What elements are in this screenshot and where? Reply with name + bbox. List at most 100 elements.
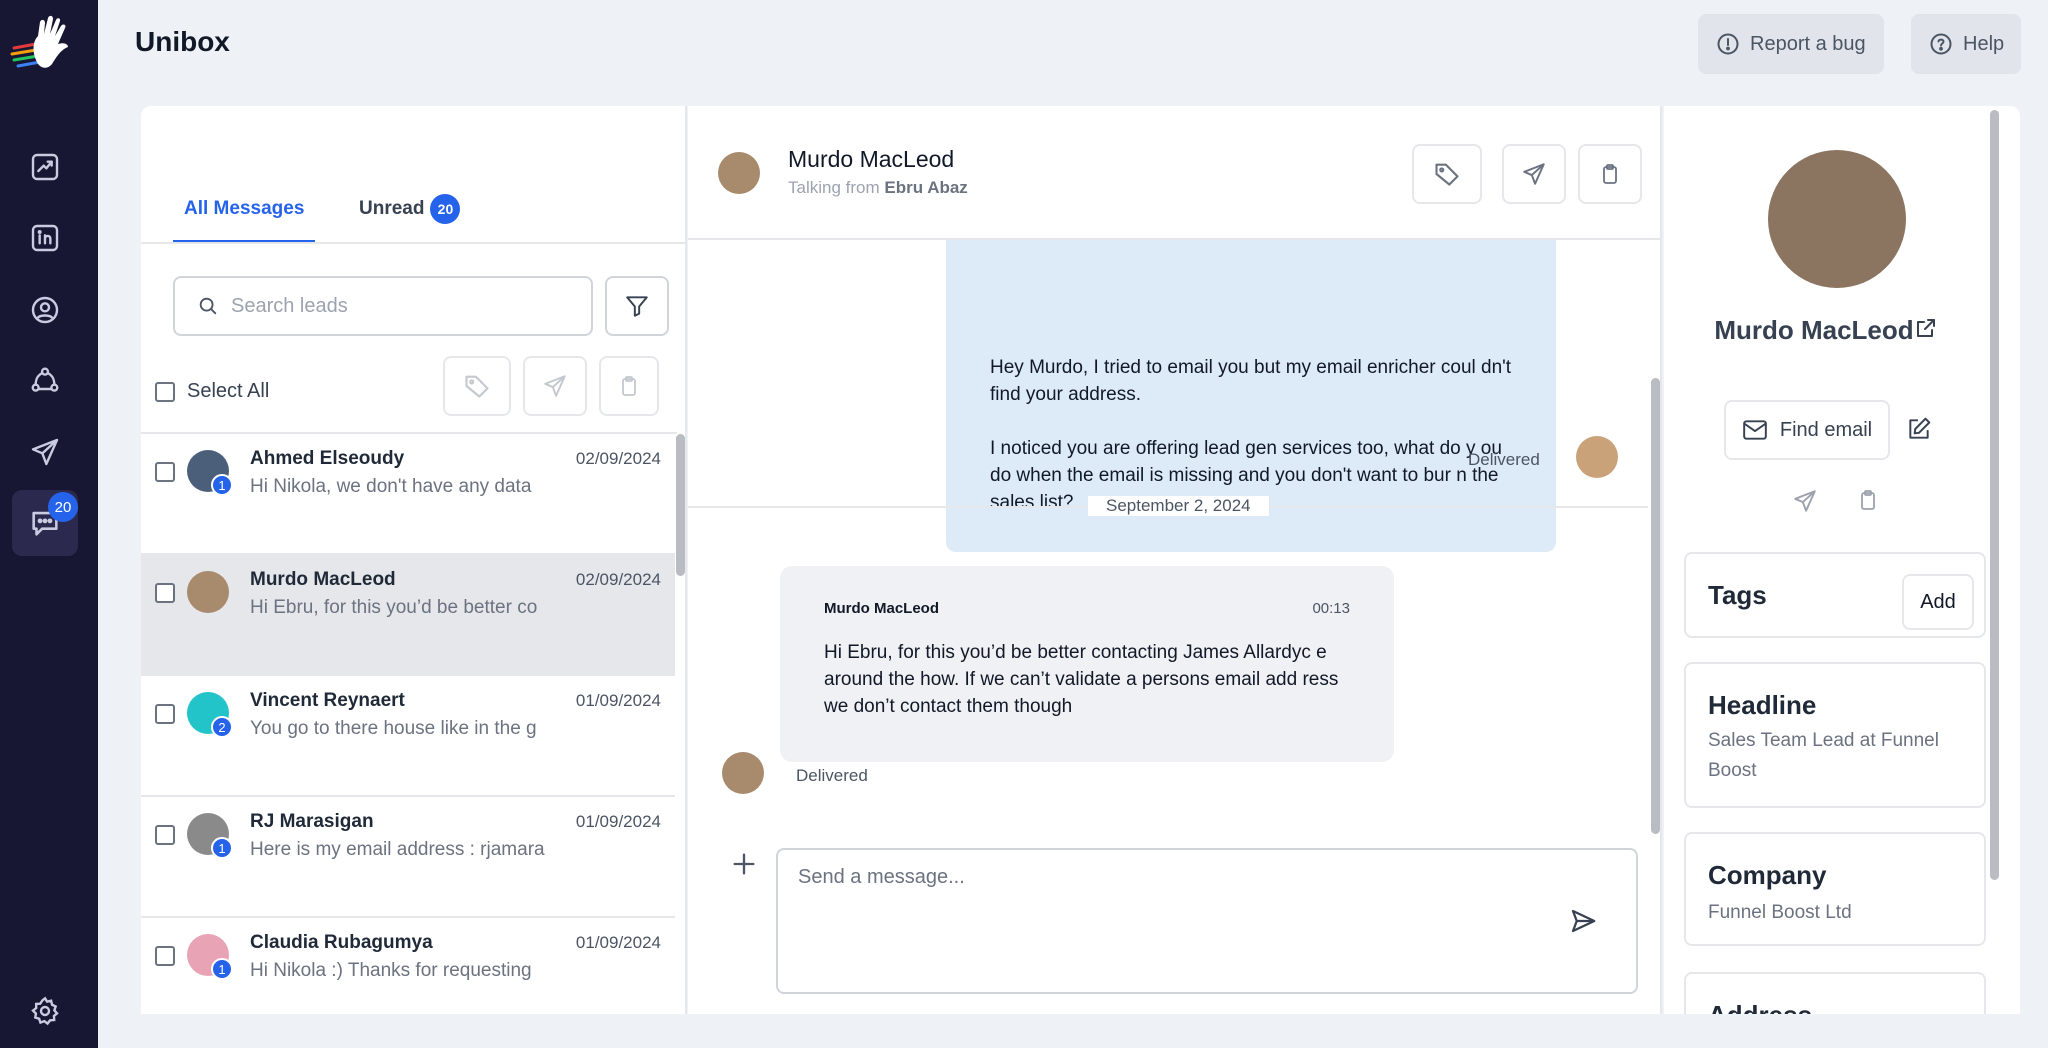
user-circle-icon [29, 294, 61, 326]
lead-row[interactable]: 1 RJ Marasigan 01/09/2024 Here is my ema… [141, 797, 675, 918]
clipboard-button[interactable] [1578, 144, 1642, 204]
nav-linkedin[interactable] [12, 205, 78, 271]
delivery-status: Delivered [1468, 450, 1540, 469]
nav-network[interactable] [12, 348, 78, 414]
send-icon [542, 373, 568, 399]
avatar: 1 [187, 813, 233, 859]
nav-settings[interactable] [12, 978, 78, 1044]
add-tag-button[interactable]: Add [1902, 574, 1974, 630]
alert-circle-icon [1716, 32, 1740, 56]
analytics-icon [29, 151, 61, 183]
filter-button[interactable] [605, 276, 669, 336]
open-profile-link[interactable] [1914, 316, 1938, 340]
profile-panel: Murdo MacLeod Find email Tags Add Headli… [1664, 106, 2020, 1014]
side-nav: 20 [0, 0, 98, 1048]
report-bug-label: Report a bug [1750, 32, 1866, 55]
company-value: Funnel Boost Ltd [1708, 902, 1852, 923]
send-button[interactable] [1502, 144, 1566, 204]
select-all-checkbox[interactable] [155, 381, 175, 402]
tab-all-messages[interactable]: All Messages [184, 198, 304, 220]
contact-name: Murdo MacLeod [788, 146, 955, 172]
unread-count-badge: 20 [430, 194, 461, 224]
search-icon [197, 295, 219, 317]
address-title: Address [1708, 1000, 1812, 1014]
lead-date: 01/09/2024 [575, 812, 661, 831]
page-title: Unibox [135, 26, 230, 57]
message-count-badge: 1 [211, 958, 233, 980]
tags-title: Tags [1708, 580, 1767, 610]
company-title: Company [1708, 860, 1827, 890]
lead-checkbox[interactable] [155, 946, 175, 966]
send-message-button[interactable] [1568, 906, 1600, 938]
send-button[interactable] [1792, 488, 1818, 514]
find-email-label: Find email [1779, 418, 1873, 441]
lead-row[interactable]: 2 Vincent Reynaert 01/09/2024 You go to … [141, 676, 675, 797]
profile-name: Murdo MacLeod [1714, 315, 1914, 345]
lead-snippet: Hi Ebru, for this you’d be better co [250, 597, 538, 618]
scrollbar[interactable] [1990, 110, 1999, 880]
nav-campaigns[interactable] [12, 419, 78, 485]
avatar [187, 571, 229, 613]
clipboard-icon [1598, 162, 1622, 186]
sender-account: Ebru Abaz [884, 178, 968, 197]
talking-from: Talking from Ebru Abaz [788, 178, 968, 198]
lead-checkbox[interactable] [155, 462, 175, 482]
lead-name: Murdo MacLeod [250, 569, 396, 590]
avatar: 1 [187, 450, 233, 496]
lead-list: 1 Ahmed Elseoudy 02/09/2024 Hi Nikola, w… [141, 434, 675, 1012]
message-input[interactable] [798, 866, 1558, 976]
nav-unibox[interactable]: 20 [12, 490, 78, 556]
tab-unread[interactable]: Unread 20 [359, 194, 461, 224]
scrollbar[interactable] [676, 434, 685, 576]
scrollbar[interactable] [1651, 378, 1660, 834]
select-all[interactable]: Select All [155, 380, 269, 403]
lead-snippet: Hi Nikola :) Thanks for requesting [250, 960, 532, 981]
attach-button[interactable] [730, 850, 758, 878]
bulk-tag-button[interactable] [443, 356, 511, 416]
search-box[interactable] [173, 276, 593, 336]
message-time: 00:13 [1312, 600, 1350, 617]
nav-analytics[interactable] [12, 134, 78, 200]
avatar: 2 [187, 692, 233, 738]
lead-checkbox[interactable] [155, 825, 175, 845]
network-icon [29, 365, 61, 397]
lead-name: Claudia Rubagumya [250, 932, 433, 953]
send-arrow-icon [1568, 906, 1600, 936]
date-separator-label: September 2, 2024 [1088, 496, 1269, 516]
tag-button[interactable] [1412, 144, 1482, 204]
app-logo[interactable] [10, 14, 74, 74]
nav-profile[interactable] [12, 277, 78, 343]
message-composer[interactable] [776, 848, 1638, 994]
lead-row[interactable]: Murdo MacLeod 02/09/2024 Hi Ebru, for th… [141, 555, 675, 676]
avatar [722, 752, 764, 794]
find-email-button[interactable]: Find email [1724, 400, 1890, 460]
profile-photo [1768, 150, 1906, 288]
message-text: Hey Murdo, I tried to email you but my e… [990, 357, 1512, 405]
bulk-send-button[interactable] [523, 356, 587, 416]
conversation-header: Murdo MacLeod Talking from Ebru Abaz [688, 106, 1660, 240]
headline-card: Headline Sales Team Lead at Funnel Boost [1684, 662, 1986, 808]
tab-label: All Messages [184, 198, 305, 219]
report-bug-button[interactable]: Report a bug [1698, 14, 1884, 74]
lead-snippet: Hi Nikola, we don't have any data [250, 476, 532, 497]
lead-row[interactable]: 1 Ahmed Elseoudy 02/09/2024 Hi Nikola, w… [141, 434, 675, 555]
lead-row[interactable]: 1 Claudia Rubagumya 01/09/2024 Hi Nikola… [141, 918, 675, 1012]
bulk-clipboard-button[interactable] [599, 356, 659, 416]
lead-checkbox[interactable] [155, 704, 175, 724]
clipboard-button[interactable] [1856, 488, 1880, 512]
avatar [718, 152, 760, 194]
edit-button[interactable] [1906, 416, 1932, 442]
lead-date: 02/09/2024 [575, 570, 661, 589]
gear-icon [29, 995, 61, 1027]
edit-icon [1906, 416, 1932, 442]
search-input[interactable] [231, 294, 571, 318]
lead-name: RJ Marasigan [250, 811, 374, 832]
message-count-badge: 1 [211, 837, 233, 859]
lead-snippet: You go to there house like in the g [250, 718, 537, 739]
unread-badge: 20 [48, 492, 78, 522]
help-button[interactable]: Help [1911, 14, 2021, 74]
lead-checkbox[interactable] [155, 583, 175, 603]
lead-snippet: Here is my email address : rjamara [250, 839, 545, 860]
select-all-label: Select All [187, 380, 270, 402]
lead-date: 01/09/2024 [575, 933, 661, 952]
